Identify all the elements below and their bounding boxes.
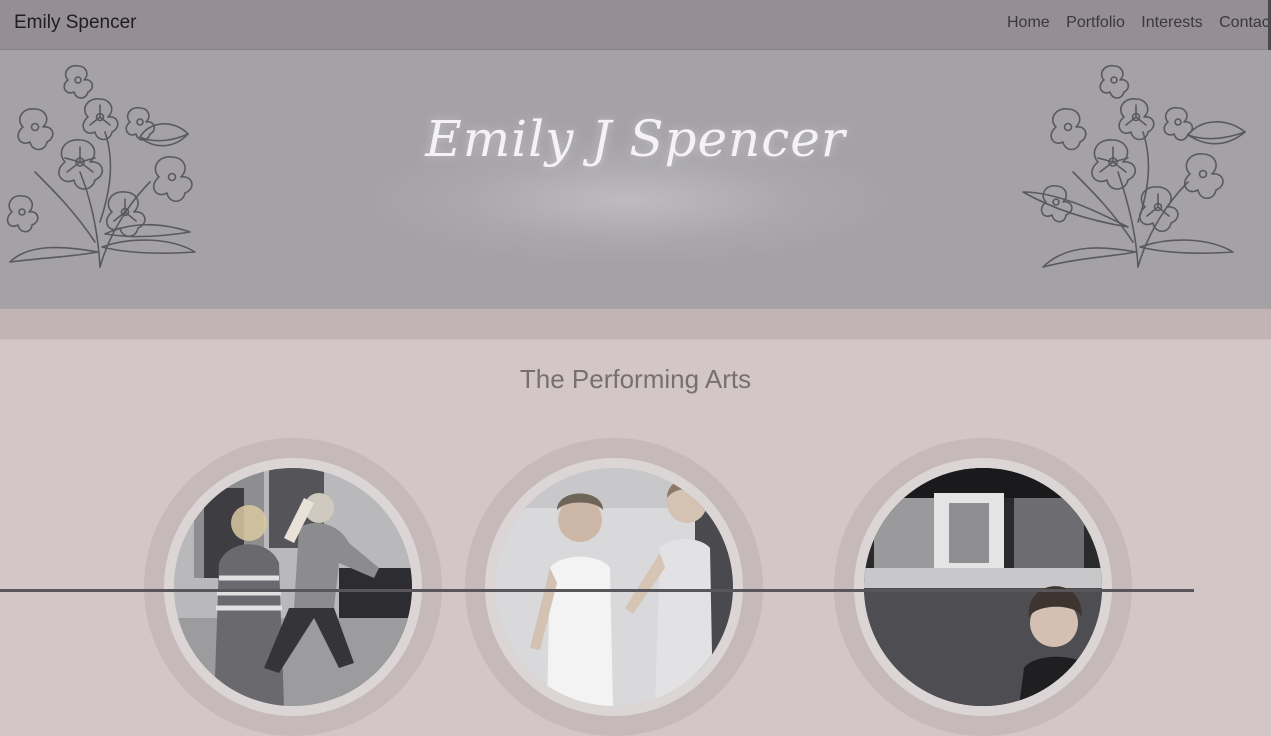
nav-link-home[interactable]: Home — [1007, 14, 1050, 32]
gallery-item-3[interactable] — [834, 438, 1132, 736]
dancers-photo-icon — [174, 468, 412, 706]
brand-link[interactable]: Emily Spencer — [14, 12, 137, 34]
gallery-ring — [854, 458, 1112, 716]
navbar: Emily Spencer Home Portfolio Interests C… — [0, 0, 1271, 54]
divider-band — [0, 309, 1271, 340]
ballet-students-photo-icon — [495, 468, 733, 706]
gallery-item-2[interactable] — [465, 438, 763, 736]
gallery-item-1[interactable] — [144, 438, 442, 736]
section-title: The Performing Arts — [519, 364, 752, 394]
woman-with-artwork-photo-icon — [864, 468, 1102, 706]
nav-link-interests[interactable]: Interests — [1141, 14, 1202, 32]
nav-link-portfolio[interactable]: Portfolio — [1066, 14, 1125, 32]
gallery-ring — [485, 458, 743, 716]
nav-link-contact[interactable]: Contac — [1219, 14, 1270, 32]
hero-banner: Emily J Spencer — [0, 50, 1271, 309]
gallery-photo-3[interactable] — [864, 468, 1102, 706]
nav-links: Home Portfolio Interests Contac — [1007, 14, 1271, 32]
gallery-photo-2[interactable] — [495, 468, 733, 706]
hero-title: Emily J Spencer — [425, 110, 846, 168]
gallery-photo-1[interactable] — [174, 468, 412, 706]
gallery-ring — [164, 458, 422, 716]
